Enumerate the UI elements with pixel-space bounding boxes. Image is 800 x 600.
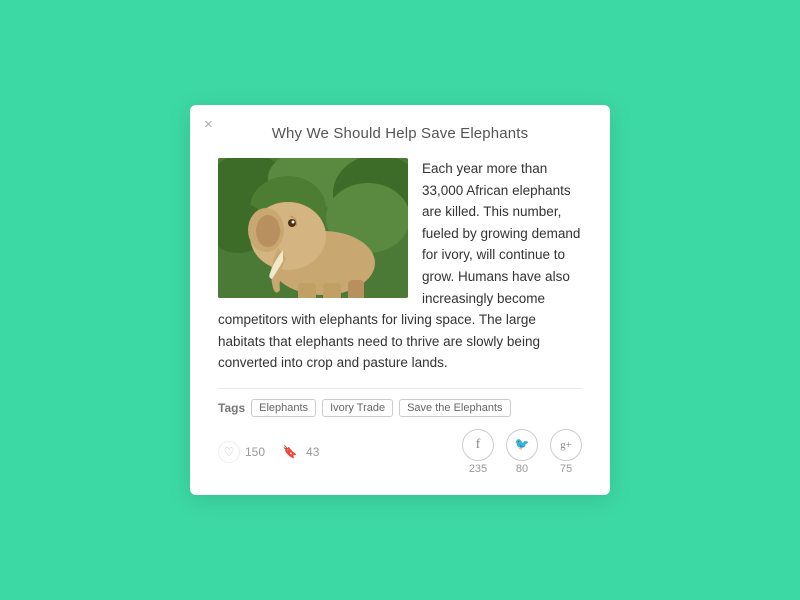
bookmarks-action[interactable]: 🔖 43 bbox=[279, 441, 319, 463]
twitter-icon: 🐦 bbox=[506, 429, 538, 461]
tag-save-elephants[interactable]: Save the Elephants bbox=[399, 399, 510, 417]
article-content: Each year more than 33,000 African eleph… bbox=[218, 158, 582, 374]
twitter-count: 80 bbox=[516, 463, 528, 475]
social-actions: f 235 🐦 80 g+ 75 bbox=[462, 429, 582, 475]
likes-count: 150 bbox=[245, 445, 265, 459]
facebook-icon: f bbox=[462, 429, 494, 461]
likes-action[interactable]: ♡ 150 bbox=[218, 441, 265, 463]
facebook-share[interactable]: f 235 bbox=[462, 429, 494, 475]
twitter-share[interactable]: 🐦 80 bbox=[506, 429, 538, 475]
left-actions: ♡ 150 🔖 43 bbox=[218, 441, 319, 463]
googleplus-icon: g+ bbox=[550, 429, 582, 461]
modal-title: Why We Should Help Save Elephants bbox=[218, 125, 582, 142]
section-divider bbox=[218, 388, 582, 389]
tag-ivory-trade[interactable]: Ivory Trade bbox=[322, 399, 393, 417]
googleplus-count: 75 bbox=[560, 463, 572, 475]
tags-section: Tags Elephants Ivory Trade Save the Elep… bbox=[218, 399, 582, 417]
tags-label: Tags bbox=[218, 401, 245, 415]
article-image bbox=[218, 158, 408, 298]
article-modal: × Why We Should Help Save Elephants bbox=[190, 105, 610, 495]
googleplus-share[interactable]: g+ 75 bbox=[550, 429, 582, 475]
facebook-count: 235 bbox=[469, 463, 487, 475]
bookmark-icon: 🔖 bbox=[279, 441, 301, 463]
heart-icon: ♡ bbox=[218, 441, 240, 463]
tag-elephants[interactable]: Elephants bbox=[251, 399, 316, 417]
close-button[interactable]: × bbox=[204, 117, 213, 132]
actions-row: ♡ 150 🔖 43 f 235 🐦 80 g+ 75 bbox=[218, 429, 582, 475]
bookmarks-count: 43 bbox=[306, 445, 319, 459]
